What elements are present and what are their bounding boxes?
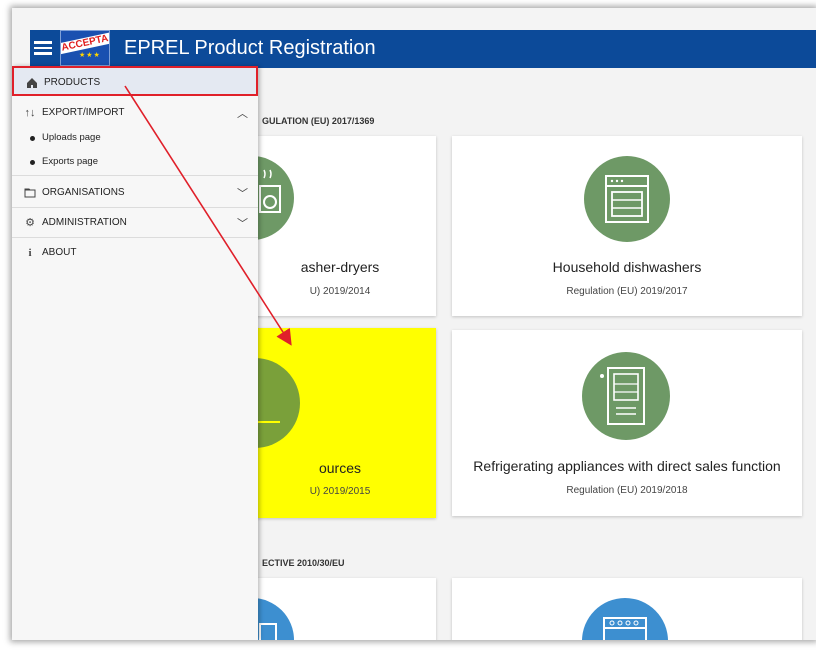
product-card-6[interactable]: [452, 578, 802, 640]
app-header: ACCEPTA... ★★★ EPREL Product Registratio…: [30, 30, 816, 68]
sidebar-item-administration[interactable]: ⚙ ADMINISTRATION ﹀: [12, 208, 258, 238]
chevron-down-icon[interactable]: ﹀: [237, 215, 248, 231]
sidebar-item-label: ORGANISATIONS: [42, 187, 125, 198]
card-regulation: Regulation (EU) 2019/2018: [566, 485, 688, 496]
home-icon: [26, 77, 38, 89]
info-icon: i: [28, 247, 32, 259]
product-card-dishwashers[interactable]: Household dishwashers Regulation (EU) 20…: [452, 136, 802, 316]
section-heading-regulation: GULATION (EU) 2017/1369: [262, 116, 375, 126]
card-regulation: U) 2019/2015: [309, 486, 371, 497]
bullet-icon: [30, 136, 35, 141]
card-title: asher-dryers: [300, 259, 380, 275]
product-card-washer-dryers[interactable]: asher-dryers U) 2019/2014: [210, 136, 436, 316]
dishwasher-icon: [584, 156, 670, 242]
sidebar-subitem-label: Exports page: [42, 156, 98, 167]
screenshot: ACCEPTA... ★★★ EPREL Product Registratio…: [12, 8, 816, 640]
sidebar-subitem-uploads[interactable]: Uploads page: [12, 128, 258, 150]
card-title: Household dishwashers: [552, 259, 702, 275]
refrigerator-icon: [582, 352, 670, 440]
eu-stars-icon: ★★★: [79, 52, 101, 59]
chevron-up-icon[interactable]: ︿: [237, 105, 248, 121]
sidebar-item-organisations[interactable]: ORGANISATIONS ﹀: [12, 178, 258, 208]
sidebar-item-label: EXPORT/IMPORT: [42, 107, 125, 118]
sidebar-item-label: ADMINISTRATION: [42, 217, 127, 228]
sidebar-item-label: ABOUT: [42, 247, 77, 258]
sidebar-item-export-import[interactable]: ↑↓ EXPORT/IMPORT ︿: [12, 98, 258, 128]
product-card-refrigerating-appliances[interactable]: Refrigerating appliances with direct sal…: [452, 330, 802, 516]
accepta-logo: ACCEPTA... ★★★: [60, 30, 110, 66]
section-heading-directive: ECTIVE 2010/30/EU: [262, 558, 345, 568]
hamburger-icon[interactable]: [34, 38, 52, 56]
card-title: Refrigerating appliances with direct sal…: [473, 458, 781, 474]
oven-icon: [582, 598, 668, 640]
card-regulation: U) 2019/2014: [309, 286, 371, 297]
sidebar-subitem-label: Uploads page: [42, 132, 101, 143]
sidebar-item-products[interactable]: PRODUCTS: [12, 66, 258, 96]
gear-icon: ⚙: [25, 217, 35, 229]
sidebar-item-label: PRODUCTS: [44, 77, 101, 88]
sidebar-item-about[interactable]: i ABOUT: [12, 238, 258, 268]
sidebar-subitem-exports[interactable]: Exports page: [12, 152, 258, 176]
card-regulation: Regulation (EU) 2019/2017: [566, 286, 688, 297]
product-card-light-sources[interactable]: ources U) 2019/2015: [210, 328, 436, 518]
product-card-5[interactable]: [210, 578, 436, 640]
sidebar-nav: PRODUCTS ↑↓ EXPORT/IMPORT ︿ Uploads page…: [12, 66, 258, 640]
transfer-icon: ↑↓: [24, 107, 36, 119]
chevron-down-icon[interactable]: ﹀: [237, 185, 248, 201]
card-title: ources: [318, 460, 362, 476]
bullet-icon: [30, 160, 35, 165]
app-title: EPREL Product Registration: [124, 37, 376, 59]
folder-icon: [24, 187, 36, 199]
